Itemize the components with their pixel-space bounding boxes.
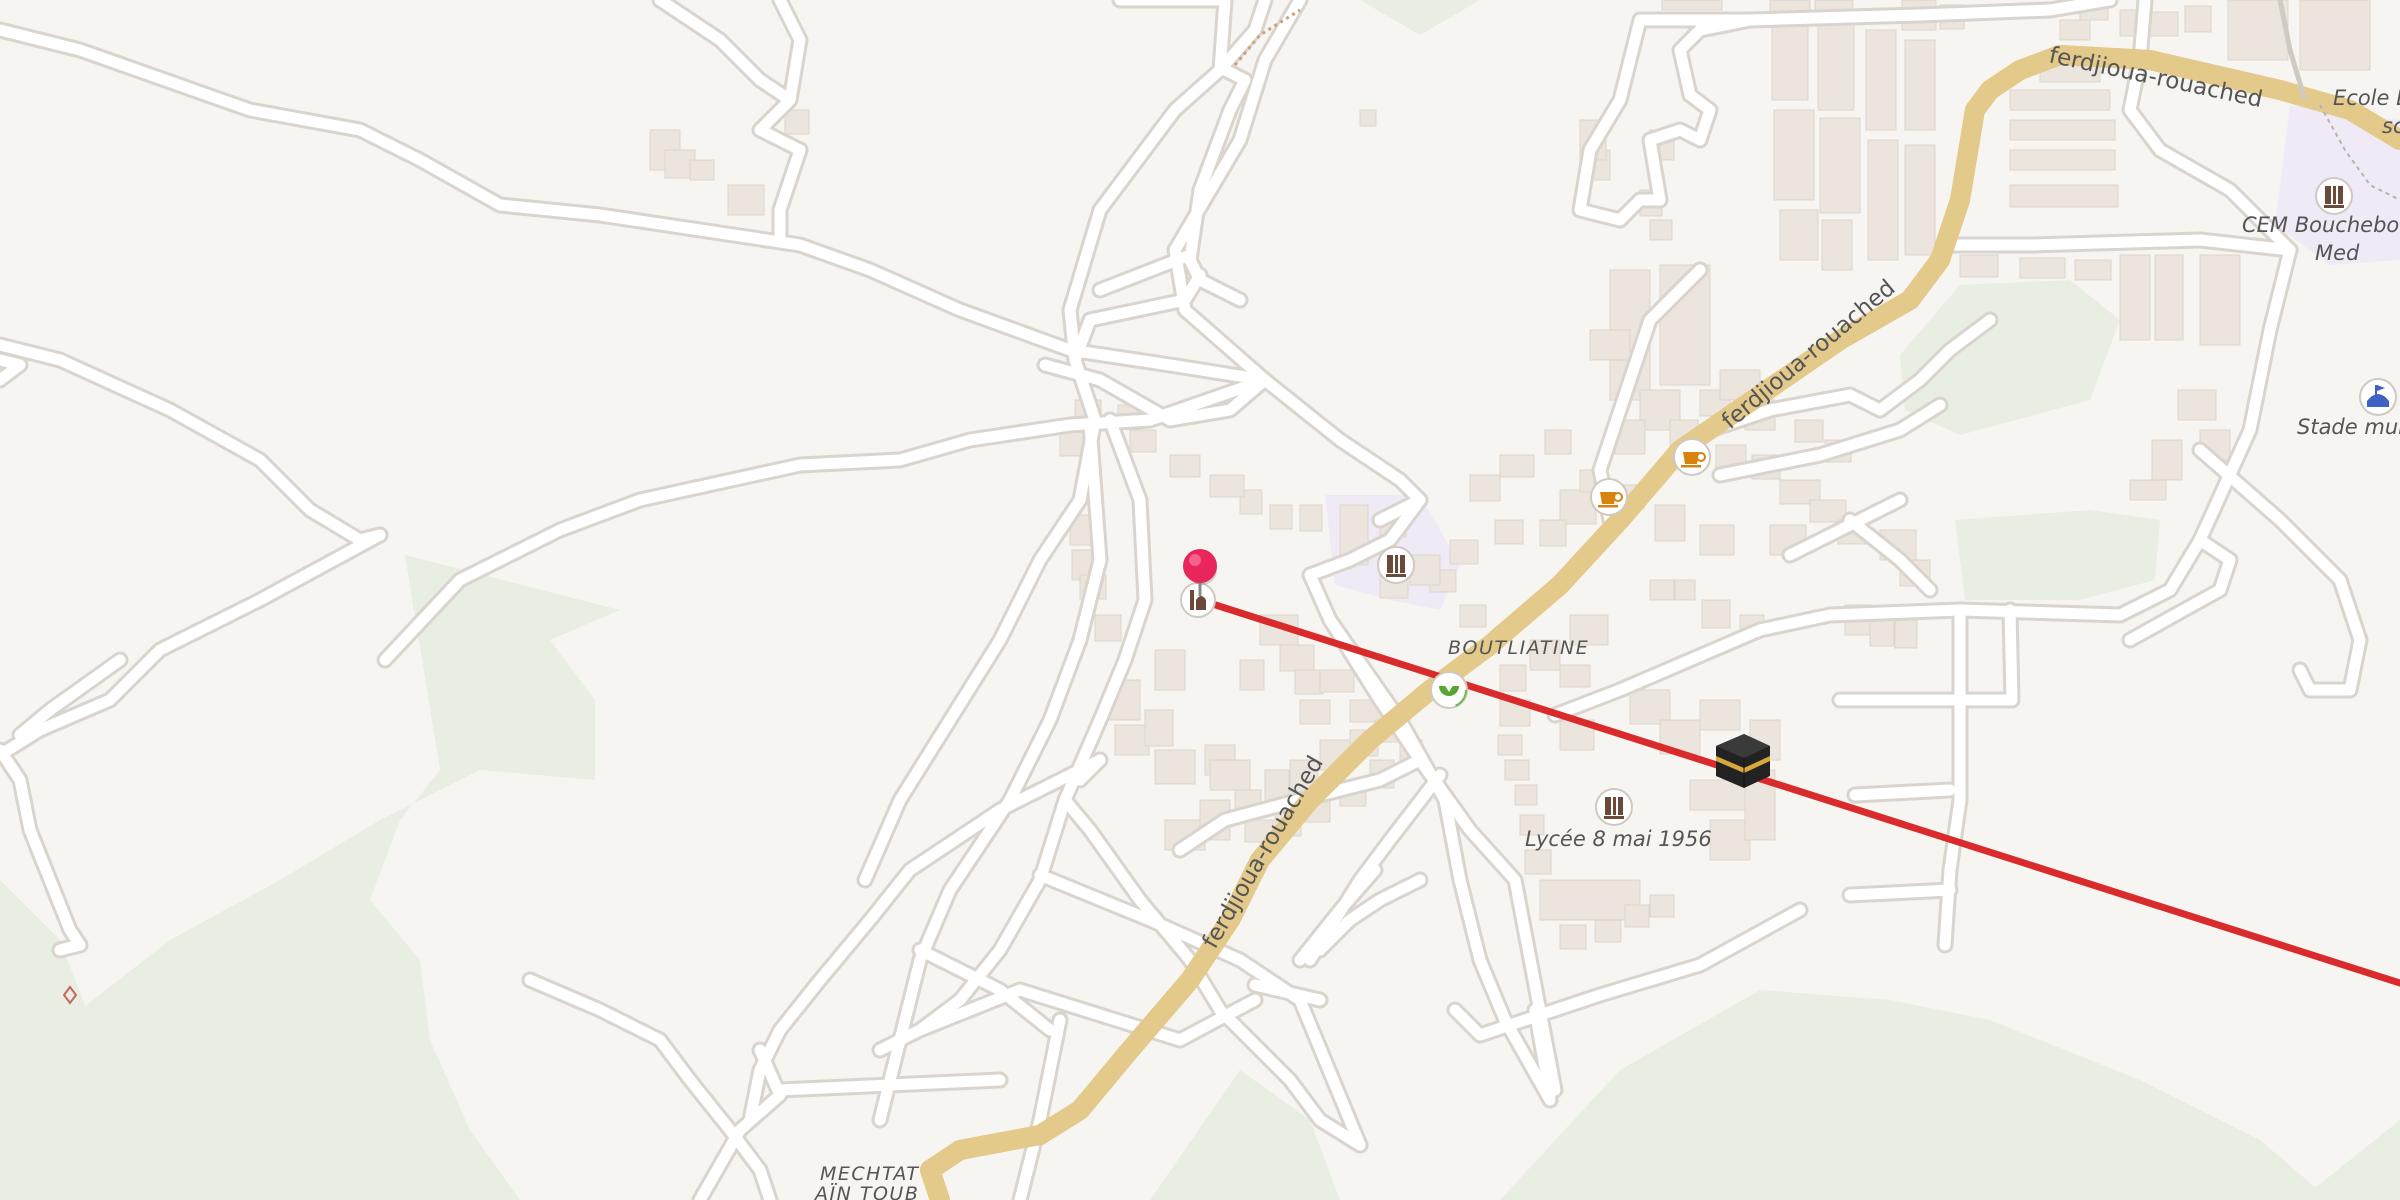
poi-label-lycee: Lycée 8 mai 1956 bbox=[1525, 827, 1712, 851]
map-svg: ferdjioua-rouached ferdjioua-rouached fe… bbox=[0, 0, 2400, 1200]
poi-label-ecole-line1: Ecole B bbox=[2333, 86, 2400, 110]
school-icon[interactable] bbox=[1377, 546, 1415, 584]
mosque-icon[interactable] bbox=[1180, 582, 1216, 618]
shop-icon[interactable] bbox=[1430, 671, 1468, 709]
buildings bbox=[649, 0, 2371, 950]
map-canvas[interactable]: ferdjioua-rouached ferdjioua-rouached fe… bbox=[0, 0, 2400, 1200]
qibla-direction-line bbox=[1196, 596, 2400, 987]
poi-label-ecole-line2: sc bbox=[2382, 114, 2400, 138]
school-icon[interactable] bbox=[2315, 177, 2353, 215]
place-label-ain-toub: AÏN TOUB bbox=[813, 1182, 919, 1200]
place-label-boutliatine: BOUTLIATINE bbox=[1448, 637, 1589, 659]
poi-label-cem-line2: Med bbox=[2315, 241, 2360, 265]
coffee-cup-icon[interactable] bbox=[1590, 478, 1628, 516]
stadium-icon[interactable] bbox=[2359, 378, 2397, 416]
poi-label-stadium: Stade mun bbox=[2297, 415, 2400, 439]
coffee-cup-icon[interactable] bbox=[1673, 438, 1711, 476]
school-icon[interactable] bbox=[1595, 788, 1633, 826]
poi-label-cem-line1: CEM Bouchebou bbox=[2242, 213, 2400, 237]
place-label-mechtat: MECHTAT bbox=[820, 1163, 920, 1185]
